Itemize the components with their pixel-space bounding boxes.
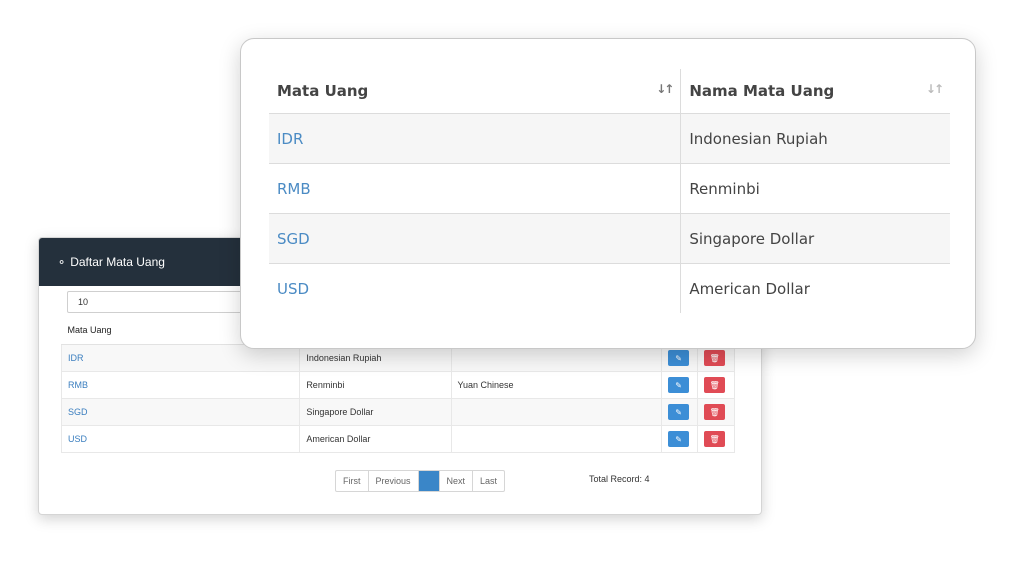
pencil-icon: ✎ bbox=[675, 353, 682, 363]
column-header-mata-uang[interactable]: Mata Uang ↓↑ bbox=[269, 69, 682, 114]
pagination-next[interactable]: Next bbox=[440, 471, 474, 491]
zoomed-table-card: Mata Uang ↓↑ Nama Mata Uang ↓↑ IDR Indon… bbox=[240, 38, 976, 349]
pagination-current[interactable]: 1 bbox=[418, 471, 440, 491]
edit-button[interactable]: ✎ bbox=[668, 404, 690, 420]
pencil-icon: ✎ bbox=[675, 407, 682, 417]
currency-desc bbox=[451, 425, 663, 453]
sort-icon[interactable]: ↓↑ bbox=[926, 82, 944, 96]
currency-code-link[interactable]: USD bbox=[60, 425, 301, 453]
column-label: Nama Mata Uang bbox=[689, 82, 835, 100]
table-row: IDR Indonesian Rupiah bbox=[269, 113, 950, 164]
currency-desc bbox=[451, 398, 663, 426]
delete-button[interactable]: 🗑 bbox=[704, 350, 726, 366]
table-row: SGD Singapore Dollar bbox=[269, 213, 950, 264]
pagination: First Previous 1 Next Last bbox=[335, 470, 506, 492]
currency-name: Renminbi bbox=[680, 163, 950, 214]
currency-name: American Dollar bbox=[689, 279, 810, 298]
table-row: USD American Dollar ✎ 🗑 bbox=[60, 425, 735, 453]
currency-code-link[interactable]: SGD bbox=[269, 213, 682, 264]
table-row: SGD Singapore Dollar ✎ 🗑 bbox=[60, 398, 735, 426]
currency-name: Singapore Dollar bbox=[680, 213, 950, 264]
trash-icon: 🗑 bbox=[709, 434, 720, 444]
column-label: Mata Uang bbox=[277, 82, 369, 100]
currency-code-link[interactable]: RMB bbox=[60, 371, 301, 399]
edit-button[interactable]: ✎ bbox=[668, 431, 690, 447]
trash-icon: 🗑 bbox=[709, 407, 720, 417]
column-header-nama-mata-uang[interactable]: Nama Mata Uang ↓↑ bbox=[680, 69, 950, 114]
delete-button[interactable]: 🗑 bbox=[704, 377, 726, 393]
sort-icon[interactable]: ↓↑ bbox=[656, 82, 674, 96]
trash-icon: 🗑 bbox=[709, 380, 720, 390]
table-row: RMB Renminbi Yuan Chinese ✎ 🗑 bbox=[60, 371, 735, 399]
pencil-icon: ✎ bbox=[675, 380, 682, 390]
currency-table-zoom: Mata Uang ↓↑ Nama Mata Uang ↓↑ IDR Indon… bbox=[269, 69, 950, 313]
currency-name: American Dollar bbox=[299, 425, 452, 453]
pencil-icon: ✎ bbox=[675, 434, 682, 444]
panel-title: Daftar Mata Uang bbox=[70, 255, 165, 269]
currency-code-link[interactable]: USD bbox=[269, 263, 682, 313]
pagination-last[interactable]: Last bbox=[473, 471, 504, 491]
edit-button[interactable]: ✎ bbox=[668, 350, 690, 366]
trash-icon: 🗑 bbox=[709, 353, 720, 363]
total-record: Total Record: 4 bbox=[589, 474, 650, 484]
currency-code-link[interactable]: RMB bbox=[269, 163, 682, 214]
delete-button[interactable]: 🗑 bbox=[704, 431, 726, 447]
edit-button[interactable]: ✎ bbox=[668, 377, 690, 393]
table-row: RMB Renminbi bbox=[269, 163, 950, 214]
currency-desc: Yuan Chinese bbox=[451, 371, 663, 399]
currency-name: Singapore Dollar bbox=[299, 398, 452, 426]
currency-code-link[interactable]: SGD bbox=[60, 398, 301, 426]
table-row: USD American Dollar bbox=[269, 263, 950, 313]
pagination-first[interactable]: First bbox=[336, 471, 369, 491]
currency-name: Renminbi bbox=[299, 371, 452, 399]
money-icon: ⚬ bbox=[57, 256, 67, 269]
pagination-previous[interactable]: Previous bbox=[369, 471, 419, 491]
currency-code-link[interactable]: IDR bbox=[269, 113, 682, 164]
delete-button[interactable]: 🗑 bbox=[704, 404, 726, 420]
currency-name: Indonesian Rupiah bbox=[680, 113, 950, 164]
